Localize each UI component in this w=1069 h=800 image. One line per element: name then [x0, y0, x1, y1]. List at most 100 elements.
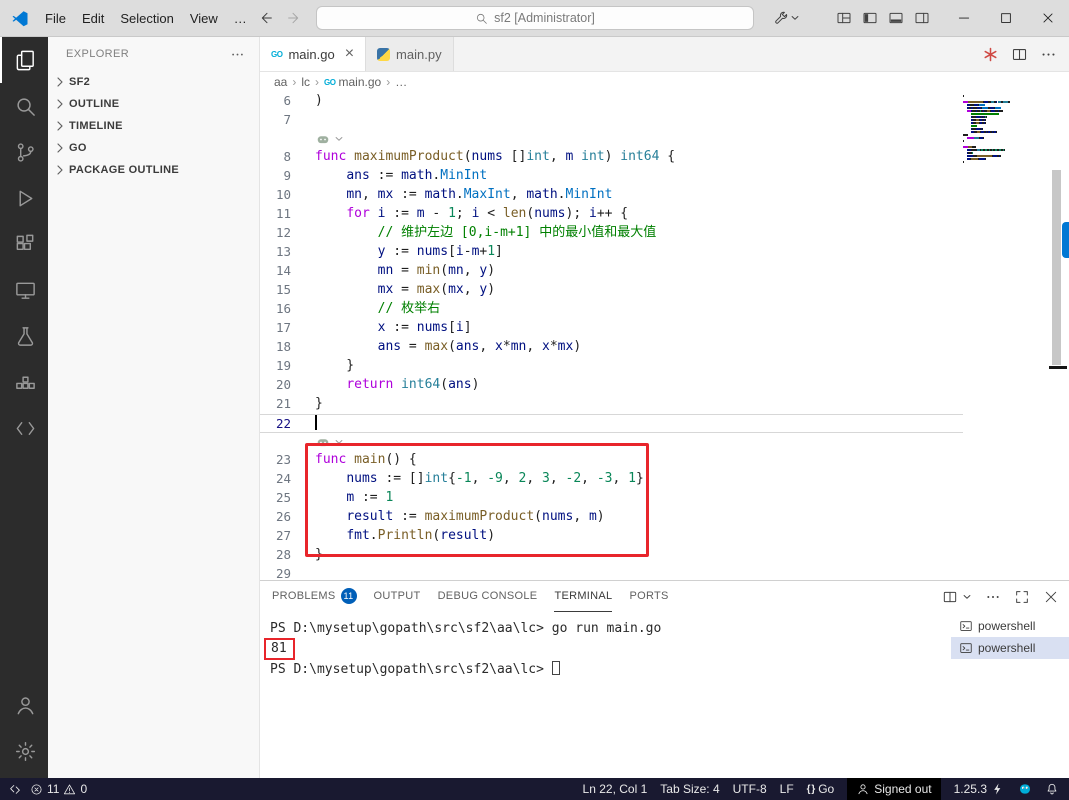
toggle-primary-sidebar-icon[interactable] — [862, 10, 878, 26]
sidebar-section-outline[interactable]: OUTLINE — [48, 93, 259, 115]
menu-more[interactable]: … — [226, 8, 255, 29]
code-line-25[interactable]: 25 m := 1 — [260, 489, 963, 508]
sidebar-section-sf2[interactable]: SF2 — [48, 71, 259, 93]
code-line-21[interactable]: 21} — [260, 395, 963, 414]
command-center-search[interactable]: sf2 [Administrator] — [316, 6, 754, 30]
go-run-codelens[interactable] — [260, 130, 963, 148]
snippets-icon — [14, 417, 37, 440]
tab-main-go[interactable]: GO main.go × — [260, 37, 367, 71]
go-run-codelens[interactable] — [260, 433, 963, 451]
breadcrumb-item-lc[interactable]: lc — [301, 75, 310, 89]
tab-main-py[interactable]: main.py — [366, 37, 454, 71]
editor-layout-icon[interactable] — [836, 10, 852, 26]
editor-more-icon[interactable] — [1040, 46, 1057, 63]
maximize-button[interactable] — [985, 0, 1027, 36]
code-line-26[interactable]: 26 result := maximumProduct(nums, m) — [260, 508, 963, 527]
menu-file[interactable]: File — [37, 8, 74, 29]
remote-indicator[interactable] — [8, 778, 22, 800]
toggle-panel-icon[interactable] — [888, 10, 904, 26]
maximize-panel-icon[interactable] — [1014, 589, 1030, 605]
code-line-6[interactable]: 6) — [260, 92, 963, 111]
activitybar-extensions[interactable] — [0, 221, 48, 267]
code-line-14[interactable]: 14 mn = min(mn, y) — [260, 262, 963, 281]
terminal-list-item[interactable]: powershell — [951, 637, 1069, 659]
code-line-27[interactable]: 27 fmt.Println(result) — [260, 527, 963, 546]
code-line-24[interactable]: 24 nums := []int{-1, -9, 2, 3, -2, -3, 1… — [260, 470, 963, 489]
code-line-28[interactable]: 28} — [260, 546, 963, 565]
scrollbar-thumb[interactable] — [1052, 170, 1061, 365]
language-mode[interactable]: { } Go — [807, 778, 835, 800]
panel-tab-problems[interactable]: PROBLEMS 11 — [272, 581, 357, 612]
notifications[interactable] — [1045, 778, 1059, 800]
panel-tab-terminal[interactable]: TERMINAL — [554, 581, 613, 612]
code-line-10[interactable]: 10 mn, mx := math.MaxInt, math.MinInt — [260, 186, 963, 205]
go-gopher-status[interactable] — [1018, 778, 1032, 800]
terminal-list-item[interactable]: powershell — [951, 615, 1069, 637]
menu-edit[interactable]: Edit — [74, 8, 112, 29]
problems-status[interactable]: 11 0 — [30, 778, 87, 800]
customize-layout-icon[interactable] — [773, 10, 789, 26]
go-version-status[interactable]: 1.25.3 — [954, 778, 1005, 800]
code-line-7[interactable]: 7 — [260, 111, 963, 130]
account-sign-status[interactable]: Signed out — [847, 778, 941, 800]
code-line-16[interactable]: 16 // 枚举右 — [260, 300, 963, 319]
panel-tab-debug-console[interactable]: DEBUG CONSOLE — [438, 581, 538, 612]
minimap-token — [986, 116, 987, 118]
explorer-more-icon[interactable] — [230, 47, 245, 62]
close-panel-icon[interactable] — [1043, 589, 1059, 605]
breadcrumb-item-main-go[interactable]: GO main.go — [324, 75, 381, 89]
back-icon[interactable] — [258, 10, 274, 26]
sidebar-section-package-outline[interactable]: PACKAGE OUTLINE — [48, 159, 259, 181]
code-line-15[interactable]: 15 mx = max(mx, y) — [260, 281, 963, 300]
cursor-position[interactable]: Ln 22, Col 1 — [583, 778, 648, 800]
code-line-8[interactable]: 8 func maximumProduct(nums []int, m int) … — [260, 148, 963, 167]
activitybar-search[interactable] — [0, 83, 48, 129]
code-line-11[interactable]: 11 for i := m - 1; i < len(nums); i++ { — [260, 205, 963, 224]
panel-tab-label: DEBUG CONSOLE — [437, 590, 538, 602]
indentation[interactable]: Tab Size: 4 — [660, 778, 719, 800]
terminal-layout-icon[interactable] — [942, 589, 958, 605]
close-window-button[interactable] — [1027, 0, 1069, 36]
encoding[interactable]: UTF-8 — [733, 778, 767, 800]
activitybar-snippets[interactable] — [0, 405, 48, 451]
activitybar-explorer[interactable] — [0, 37, 48, 83]
close-tab-icon[interactable]: × — [345, 46, 354, 62]
code-line-22[interactable]: 22 — [260, 414, 963, 433]
breadcrumb-item--[interactable]: … — [395, 75, 407, 89]
activitybar-settings[interactable] — [0, 728, 48, 774]
code-line-20[interactable]: 20 return int64(ans) — [260, 376, 963, 395]
code-token: x — [495, 339, 503, 354]
code-line-17[interactable]: 17 x := nums[i] — [260, 319, 963, 338]
code-line-29[interactable]: 29 — [260, 565, 963, 580]
editor[interactable]: 6) 7 8 func maximumProduct(nums []int, m in… — [260, 92, 1069, 580]
activitybar-testing[interactable] — [0, 313, 48, 359]
activitybar-account[interactable] — [0, 682, 48, 728]
panel-more-icon[interactable] — [985, 589, 1001, 605]
code-line-19[interactable]: 19 } — [260, 357, 963, 376]
menu-view[interactable]: View — [182, 8, 226, 29]
activitybar-containers[interactable] — [0, 359, 48, 405]
activitybar-source-control[interactable] — [0, 129, 48, 175]
minimize-button[interactable] — [943, 0, 985, 36]
code-line-12[interactable]: 12 // 维护左边 [0,i-m+1] 中的最小值和最大值 — [260, 224, 963, 243]
minimap[interactable] — [963, 95, 1025, 167]
eol-indicator[interactable]: LF — [780, 778, 794, 800]
sidebar-section-go[interactable]: GO — [48, 137, 259, 159]
code-line-18[interactable]: 18 ans = max(ans, x*mn, x*mx) — [260, 338, 963, 357]
terminal-output[interactable]: PS D:\mysetup\gopath\src\sf2\aa\lc> go r… — [260, 612, 951, 778]
activitybar-remote-explorer[interactable] — [0, 267, 48, 313]
panel-tab-ports[interactable]: PORTS — [629, 581, 668, 612]
forward-icon[interactable] — [286, 10, 302, 26]
code-line-9[interactable]: 9 ans := math.MinInt — [260, 167, 963, 186]
code-line-23[interactable]: 23 func main() { — [260, 451, 963, 470]
toggle-secondary-sidebar-icon[interactable] — [914, 10, 930, 26]
panel-tab-output[interactable]: OUTPUT — [374, 581, 421, 612]
activitybar-run-debug[interactable] — [0, 175, 48, 221]
breadcrumb-item-aa[interactable]: aa — [274, 75, 287, 89]
sidebar-section-timeline[interactable]: TIMELINE — [48, 115, 259, 137]
run-code-icon[interactable] — [982, 46, 999, 63]
split-editor-icon[interactable] — [1011, 46, 1028, 63]
menu-selection[interactable]: Selection — [112, 8, 181, 29]
chevron-right-icon — [52, 96, 68, 112]
code-line-13[interactable]: 13 y := nums[i-m+1] — [260, 243, 963, 262]
